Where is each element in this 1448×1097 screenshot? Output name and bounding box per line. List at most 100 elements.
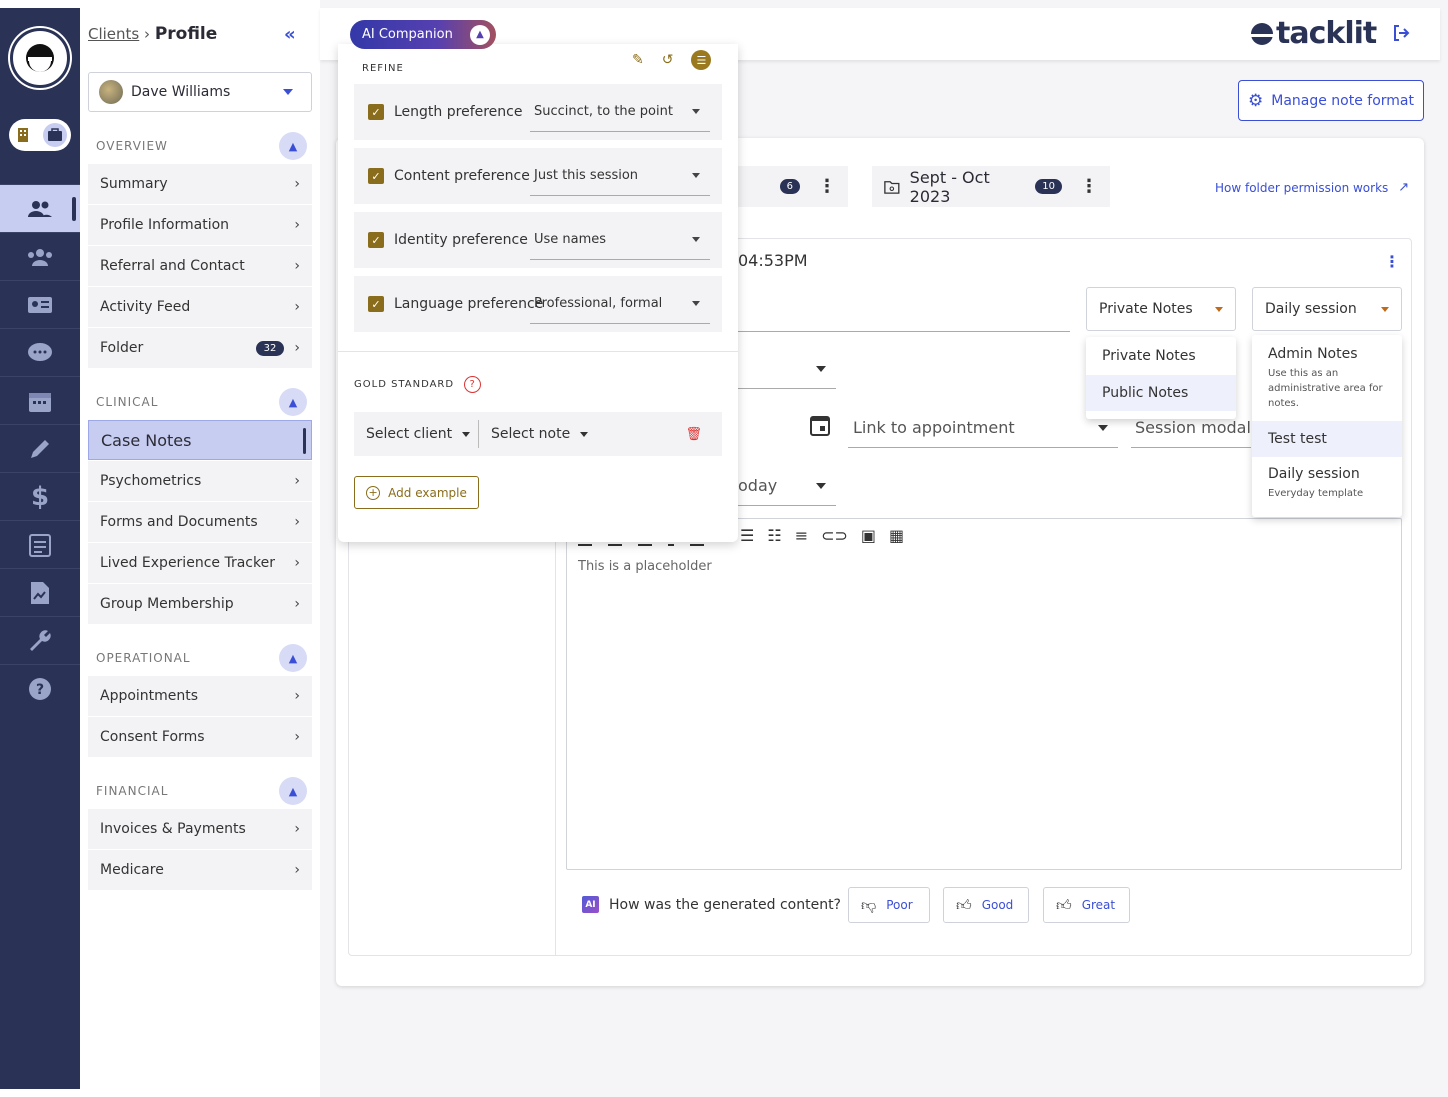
page-title: Profile bbox=[154, 24, 218, 44]
sidebar-item-medicare[interactable]: Medicare › bbox=[88, 850, 312, 890]
privacy-option-private[interactable]: Private Notes bbox=[1086, 337, 1236, 375]
template-option-daily-session[interactable]: Daily session Everyday template bbox=[1252, 457, 1402, 509]
delete-icon[interactable]: 🗑︎ bbox=[685, 427, 702, 442]
sidebar-item-activity-feed[interactable]: Activity Feed › bbox=[88, 287, 312, 327]
rail-reports[interactable] bbox=[0, 568, 80, 616]
content-pref-checkbox[interactable]: ✓ bbox=[368, 168, 384, 184]
report-icon bbox=[31, 581, 49, 604]
identity-pref-checkbox[interactable]: ✓ bbox=[368, 232, 384, 248]
rail-calendar[interactable] bbox=[0, 376, 80, 424]
feedback-great-button[interactable]: 👍︎ Great bbox=[1043, 887, 1130, 923]
sidebar-item-invoices[interactable]: Invoices & Payments › bbox=[88, 809, 312, 849]
settings-sliders-icon[interactable]: ☰ bbox=[691, 50, 712, 70]
image-icon[interactable]: ▣ bbox=[861, 526, 876, 545]
language-pref-select[interactable]: Professional, formal bbox=[530, 284, 710, 324]
folder-chip-first[interactable]: 6 ⋮ bbox=[738, 166, 848, 207]
chevron-right-icon: › bbox=[294, 596, 300, 612]
sidebar-item-profile-information[interactable]: Profile Information › bbox=[88, 205, 312, 245]
client-selector[interactable]: Dave Williams bbox=[88, 72, 312, 112]
pref-value: Professional, formal bbox=[534, 296, 663, 311]
chevron-right-icon: › bbox=[294, 258, 300, 274]
sidebar-item-label: Consent Forms bbox=[100, 729, 205, 745]
option-label: Daily session bbox=[1268, 465, 1360, 482]
date-select[interactable]: oday bbox=[738, 466, 836, 506]
rail-clients[interactable] bbox=[0, 184, 80, 232]
sidebar-item-lived-experience[interactable]: Lived Experience Tracker › bbox=[88, 543, 312, 583]
select-note-dropdown[interactable]: Select note bbox=[479, 426, 589, 442]
sidebar-item-consent-forms[interactable]: Consent Forms › bbox=[88, 717, 312, 757]
pref-value: Just this session bbox=[534, 168, 639, 183]
template-option-admin-notes[interactable]: Admin Notes Use this as an administrativ… bbox=[1252, 335, 1402, 421]
align-left-icon[interactable]: ≡ bbox=[795, 526, 808, 545]
history-icon[interactable]: ↺ bbox=[662, 52, 674, 68]
app-logo[interactable] bbox=[10, 28, 70, 88]
sidebar-item-psychometrics[interactable]: Psychometrics › bbox=[88, 461, 312, 501]
section-toggle-clinical[interactable]: ▲ bbox=[279, 388, 307, 416]
users-icon bbox=[28, 200, 52, 217]
note-menu-icon[interactable]: ⋮ bbox=[1384, 252, 1400, 271]
sidebar-item-forms-documents[interactable]: Forms and Documents › bbox=[88, 502, 312, 542]
manage-note-format-button[interactable]: ⚙ Manage note format bbox=[1238, 80, 1424, 121]
folder-permission-link[interactable]: How folder permission works ↗ bbox=[1215, 180, 1409, 195]
breadcrumb-clients-link[interactable]: Clients bbox=[88, 25, 139, 43]
privacy-option-public[interactable]: Public Notes bbox=[1086, 375, 1236, 411]
table-icon[interactable]: ▦ bbox=[889, 526, 904, 545]
content-pref-select[interactable]: Just this session bbox=[530, 156, 710, 196]
pref-label: Content preference bbox=[394, 168, 530, 184]
question-icon[interactable]: ? bbox=[464, 376, 482, 393]
numbered-list-icon[interactable]: ☷ bbox=[767, 526, 781, 545]
collapse-sidebar-icon[interactable]: « bbox=[284, 24, 296, 45]
folder-menu-icon[interactable]: ⋮ bbox=[1080, 176, 1098, 197]
partial-select[interactable] bbox=[738, 349, 836, 389]
rail-tools[interactable] bbox=[0, 616, 80, 664]
rail-groups[interactable] bbox=[0, 232, 80, 280]
feedback-great-label: Great bbox=[1081, 898, 1116, 912]
folder-chip-sept-oct[interactable]: Sept - Oct 2023 10 ⋮ bbox=[872, 166, 1110, 207]
section-toggle-financial[interactable]: ▲ bbox=[279, 777, 307, 805]
chevron-up-icon: ▲ bbox=[470, 24, 490, 45]
template-select[interactable]: Daily session bbox=[1252, 287, 1402, 331]
select-client-dropdown[interactable]: Select client bbox=[354, 420, 479, 448]
link-appointment-select[interactable]: Link to appointment bbox=[848, 408, 1118, 448]
sidebar-item-label: Medicare bbox=[100, 862, 164, 878]
briefcase-icon[interactable] bbox=[43, 123, 67, 147]
sidebar-item-folder[interactable]: Folder 32 › bbox=[88, 328, 312, 368]
rail-contacts[interactable] bbox=[0, 280, 80, 328]
sidebar-item-case-notes[interactable]: Case Notes bbox=[88, 420, 312, 460]
sidebar-item-label: Group Membership bbox=[100, 596, 234, 612]
section-toggle-operational[interactable]: ▲ bbox=[279, 644, 307, 672]
rail-forms[interactable] bbox=[0, 520, 80, 568]
sidebar-item-summary[interactable]: Summary › bbox=[88, 164, 312, 204]
bullet-list-icon[interactable]: ☰ bbox=[740, 526, 754, 545]
rail-billing[interactable]: $ bbox=[0, 472, 80, 520]
logout-icon[interactable] bbox=[1392, 24, 1410, 47]
gold-standard-row: Select client Select note 🗑︎ bbox=[354, 412, 722, 456]
building-icon[interactable] bbox=[11, 123, 35, 147]
identity-pref-select[interactable]: Use names bbox=[530, 220, 710, 260]
privacy-select[interactable]: Private Notes bbox=[1086, 287, 1236, 331]
rail-help[interactable]: ? bbox=[0, 664, 80, 712]
select-note-label: Select note bbox=[491, 426, 571, 442]
folder-menu-icon[interactable]: ⋮ bbox=[818, 176, 836, 197]
section-toggle-overview[interactable]: ▲ bbox=[279, 132, 307, 160]
language-pref-checkbox[interactable]: ✓ bbox=[368, 296, 384, 312]
feedback-prompt: AI How was the generated content? bbox=[582, 896, 841, 913]
add-example-button[interactable]: + Add example bbox=[354, 476, 479, 509]
feedback-poor-button[interactable]: 👎︎ Poor bbox=[848, 887, 930, 923]
length-pref-select[interactable]: Succinct, to the point bbox=[530, 92, 710, 132]
sidebar-item-referral-contact[interactable]: Referral and Contact › bbox=[88, 246, 312, 286]
link-icon[interactable]: ⊂⊃ bbox=[821, 526, 848, 545]
sidebar-item-appointments[interactable]: Appointments › bbox=[88, 676, 312, 716]
folder-icon bbox=[884, 180, 900, 194]
note-title-field[interactable] bbox=[738, 292, 1070, 332]
feedback-good-button[interactable]: 👍︎ Good bbox=[943, 887, 1029, 923]
rail-messages[interactable] bbox=[0, 328, 80, 376]
ai-companion-toggle[interactable]: AI Companion ▲ bbox=[350, 20, 496, 49]
calendar-icon[interactable] bbox=[810, 414, 830, 440]
template-option-test-test[interactable]: Test test bbox=[1252, 421, 1402, 457]
rail-edit[interactable] bbox=[0, 424, 80, 472]
sidebar-item-group-membership[interactable]: Group Membership › bbox=[88, 584, 312, 624]
length-pref-checkbox[interactable]: ✓ bbox=[368, 104, 384, 120]
pencil-icon[interactable]: ✎ bbox=[632, 52, 644, 68]
workspace-switch[interactable] bbox=[9, 119, 71, 151]
